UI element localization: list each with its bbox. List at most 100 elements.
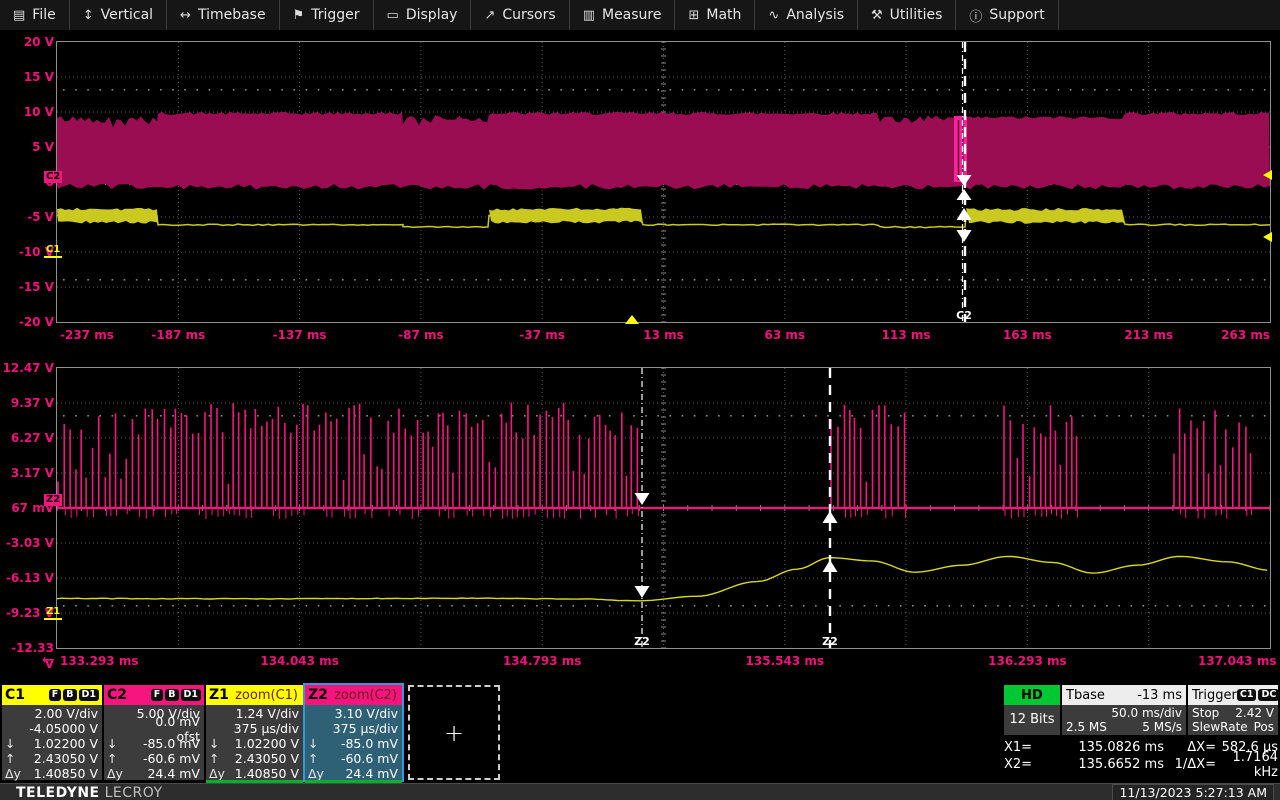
row-value: 3.10 V/div xyxy=(335,706,398,721)
menu-item-label: Trigger xyxy=(311,7,359,23)
menu-item-cursors[interactable]: ↗Cursors xyxy=(471,0,569,30)
trace-zero-marker-c2[interactable]: C2 xyxy=(44,171,62,183)
descriptor-row: Δy1.40850 V xyxy=(5,766,98,781)
descriptor-c2[interactable]: C2FBD15.00 V/div0.0 mV ofst↓-85.0 mV↑-60… xyxy=(104,685,204,780)
file-icon: ▤ xyxy=(13,8,25,23)
menu-bar: ▤ File ↕Vertical↔Timebase⚑Trigger▭Display↗… xyxy=(0,0,1280,31)
menu-item-trigger[interactable]: ⚑Trigger xyxy=(280,0,374,30)
menu-item-file[interactable]: ▤ File xyxy=(0,0,70,30)
x-axis-label: 13 ms xyxy=(643,327,684,343)
trigger-level-marker-icon[interactable] xyxy=(1263,170,1272,180)
trigger-level-marker-icon[interactable] xyxy=(1263,232,1272,242)
x-axis-label: 213 ms xyxy=(1124,327,1173,343)
row-value: -60.6 mV xyxy=(143,751,200,766)
descriptor-row: ↑2.43050 V xyxy=(5,751,98,766)
row-value: 24.4 mV xyxy=(345,766,398,781)
datetime-label: 11/13/2023 5:27:13 AM xyxy=(1112,784,1274,800)
menu-item-label: Display xyxy=(406,7,458,23)
descriptor-row: 3.10 V/div xyxy=(308,706,398,721)
utilities-icon: ⚒ xyxy=(871,8,883,23)
zoom-waveform-grid[interactable]: Z2Z2 xyxy=(57,368,1270,648)
y-axis-label: -6.13 V xyxy=(0,570,54,586)
menu-item-label: Vertical xyxy=(101,7,153,23)
menu-item-label: Measure xyxy=(602,7,662,23)
menu-item-timebase[interactable]: ↔Timebase xyxy=(167,0,280,30)
row-value: 2.00 V/div xyxy=(35,706,98,721)
descriptor-row: 0.0 mV ofst xyxy=(107,721,200,736)
descriptor-row: ↓1.02200 V xyxy=(209,736,299,751)
descriptor-header: Z2zoom(C2) xyxy=(305,685,402,705)
descriptor-z2[interactable]: Z2zoom(C2)3.10 V/div375 µs/div↓-85.0 mV↑… xyxy=(305,685,402,780)
descriptor-body: 3.10 V/div375 µs/div↓-85.0 mV↑-60.6 mVΔy… xyxy=(305,705,402,781)
y-axis-label: -20 V xyxy=(0,314,54,330)
descriptor-row: ↑ -60.6 mV xyxy=(107,751,200,766)
menu-item-vertical[interactable]: ↕Vertical xyxy=(70,0,167,30)
descriptor-row: 375 µs/div xyxy=(209,721,299,736)
x-axis-label: 135.543 ms xyxy=(746,653,824,669)
x2-value: 135.6652 ms xyxy=(1046,757,1164,772)
descriptor-row: 375 µs/div xyxy=(308,721,398,736)
timebase-rate: 5 MS/s xyxy=(1142,720,1182,734)
brand-teledyne: TELEDYNE xyxy=(16,785,100,800)
y-axis-label: 9.37 V xyxy=(0,395,54,411)
menu-item-label: File xyxy=(32,7,55,23)
menu-item-support[interactable]: ⓘSupport xyxy=(956,0,1058,30)
row-tag: Δy xyxy=(209,766,231,781)
trigger-position-marker-icon[interactable] xyxy=(625,315,639,324)
main-waveform-svg[interactable]: C2 xyxy=(57,42,1270,322)
descriptor-row: Δy 24.4 mV xyxy=(308,766,398,781)
row-tag: ↑ xyxy=(209,751,231,766)
row-value: 1.40850 V xyxy=(235,766,299,781)
descriptor-row: ↓1.02200 V xyxy=(5,736,98,751)
hd-mode-panel[interactable]: HD 12 Bits xyxy=(1004,685,1060,735)
y-axis-label: 3.17 V xyxy=(0,465,54,481)
menu-item-utilities[interactable]: ⚒Utilities xyxy=(858,0,956,30)
row-value: -4.05000 V xyxy=(29,721,98,736)
descriptor-header: C1FBD1 xyxy=(2,685,102,705)
row-value: 2.43050 V xyxy=(34,751,98,766)
descriptor-z1[interactable]: Z1zoom(C1)1.24 V/div375 µs/div↓1.02200 V… xyxy=(206,685,303,780)
descriptor-row: Δy24.4 mV xyxy=(107,766,200,781)
row-value: 375 µs/div xyxy=(234,721,299,736)
y-axis-label: -15 V xyxy=(0,279,54,295)
row-value: 1.24 V/div xyxy=(236,706,299,721)
cursor-trace-label: Z2 xyxy=(822,635,838,648)
x1-value: 135.0826 ms xyxy=(1046,740,1164,755)
menu-item-measure[interactable]: ▥Measure xyxy=(570,0,676,30)
row-tag: ↑ xyxy=(107,751,129,766)
row-value: 375 µs/div xyxy=(333,721,398,736)
cursor-trace-label: C2 xyxy=(956,309,972,322)
x1-label: X1= xyxy=(1004,740,1046,755)
trace-flag-badge: F xyxy=(151,689,164,701)
x-axis-label: 263 ms xyxy=(1198,327,1270,343)
row-tag: Δy xyxy=(5,766,27,781)
row-tag: Δy xyxy=(308,766,330,781)
descriptor-row: Δy 1.40850 V xyxy=(209,766,299,781)
add-trace-box[interactable]: + xyxy=(408,685,500,780)
trace-flag-badge: B xyxy=(63,689,76,701)
trace-zero-marker-z2[interactable]: Z2 xyxy=(44,494,62,506)
main-waveform-grid[interactable]: C2 xyxy=(57,42,1270,322)
row-tag: ↓ xyxy=(209,736,231,751)
trigger-mode: Stop xyxy=(1192,706,1219,720)
descriptor-row: ↑2.43050 V xyxy=(209,751,299,766)
menu-item-math[interactable]: ⊞Math xyxy=(675,0,755,30)
trace-name: C1 xyxy=(5,687,25,703)
menu-item-display[interactable]: ▭Display xyxy=(374,0,472,30)
descriptor-row: -4.05000 V xyxy=(5,721,98,736)
descriptor-row: 1.24 V/div xyxy=(209,706,299,721)
zoom-waveform-svg[interactable]: Z2Z2 xyxy=(57,368,1270,648)
trace-zero-marker-z1[interactable]: Z1 xyxy=(44,606,62,620)
menu-item-analysis[interactable]: ∿Analysis xyxy=(755,0,858,30)
descriptor-c1[interactable]: C1FBD12.00 V/div-4.05000 V↓1.02200 V↑2.4… xyxy=(2,685,102,780)
timebase-panel[interactable]: Tbase -13 ms 50.0 ms/div 2.5 MS 5 MS/s xyxy=(1062,685,1186,735)
descriptor-header: C2FBD1 xyxy=(104,685,204,705)
timebase-title: Tbase xyxy=(1066,688,1105,703)
trigger-title: Trigger xyxy=(1192,688,1237,703)
trigger-panel[interactable]: Trigger C1 DC Stop 2.42 V SlewRate Pos xyxy=(1188,685,1278,735)
y-axis-label: -5 V xyxy=(0,209,54,225)
trace-zero-marker-c1[interactable]: C1 xyxy=(44,244,62,258)
x-axis-label: -37 ms xyxy=(519,327,565,343)
timebase-delay: -13 ms xyxy=(1137,688,1182,703)
y-axis-label: 15 V xyxy=(0,69,54,85)
